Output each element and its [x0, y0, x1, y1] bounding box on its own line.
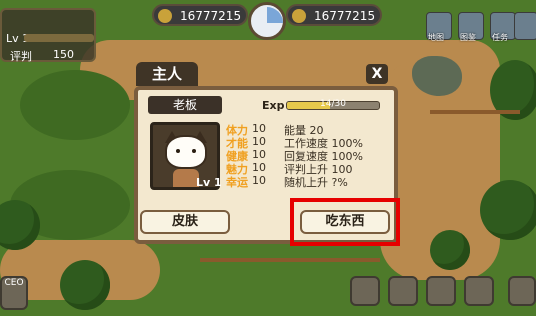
gear-icon[interactable]: [514, 12, 536, 40]
quest-label: 任务: [492, 33, 508, 42]
score-value: 150: [53, 48, 74, 61]
stat-value-luck: 10: [252, 174, 266, 187]
ceo-label: CEO: [4, 278, 24, 288]
stat-label-luck: 幸运: [226, 176, 248, 189]
cat-face: [165, 135, 207, 169]
cat-eye: [192, 149, 196, 153]
stat-value-stamina: 10: [252, 122, 266, 135]
coin-icon: [158, 9, 172, 23]
scroll-icon[interactable]: [464, 276, 494, 306]
dialog-tab-title: 主人: [136, 62, 198, 86]
stat-value-talent: 10: [252, 135, 266, 148]
coin-counter-left: 16777215: [152, 4, 248, 26]
cat-face-icon[interactable]: [426, 276, 456, 306]
fence: [200, 258, 380, 262]
status-panel: Lv 1 评判 150: [0, 8, 96, 63]
home-icon[interactable]: [508, 276, 536, 306]
day-clock: [248, 2, 286, 40]
ceo-button[interactable]: CEO: [0, 276, 28, 310]
book-label: 图鉴: [460, 33, 476, 42]
portrait-level: Lv 1: [196, 176, 222, 189]
tree: [430, 230, 470, 270]
highlight-box: [290, 198, 400, 246]
hammer-icon[interactable]: [388, 276, 418, 306]
stat-value-charm: 10: [252, 161, 266, 174]
coin-counter-right: 16777215: [286, 4, 382, 26]
shield-icon: [292, 9, 306, 23]
clock-progress: [267, 7, 283, 23]
coin-value-right: 16777215: [314, 9, 376, 23]
tree: [60, 260, 110, 310]
stat-value-health: 10: [252, 148, 266, 161]
status-progress-bar: [24, 34, 94, 42]
map-label: 地图: [428, 33, 444, 42]
score-label: 评判: [10, 50, 32, 63]
grass-patch: [20, 70, 130, 140]
stat-extra-random-rise: 随机上升 ?%: [284, 176, 348, 189]
glove-icon[interactable]: [350, 276, 380, 306]
cat-eye: [176, 149, 180, 153]
coin-value-left: 16777215: [180, 9, 242, 23]
tree: [480, 180, 536, 240]
fence: [430, 110, 520, 114]
skin-button[interactable]: 皮肤: [140, 210, 230, 234]
exp-label: Exp: [262, 99, 285, 112]
character-name: 老板: [148, 96, 222, 114]
close-button[interactable]: X: [366, 64, 388, 84]
exp-text: 14/30: [320, 99, 346, 109]
